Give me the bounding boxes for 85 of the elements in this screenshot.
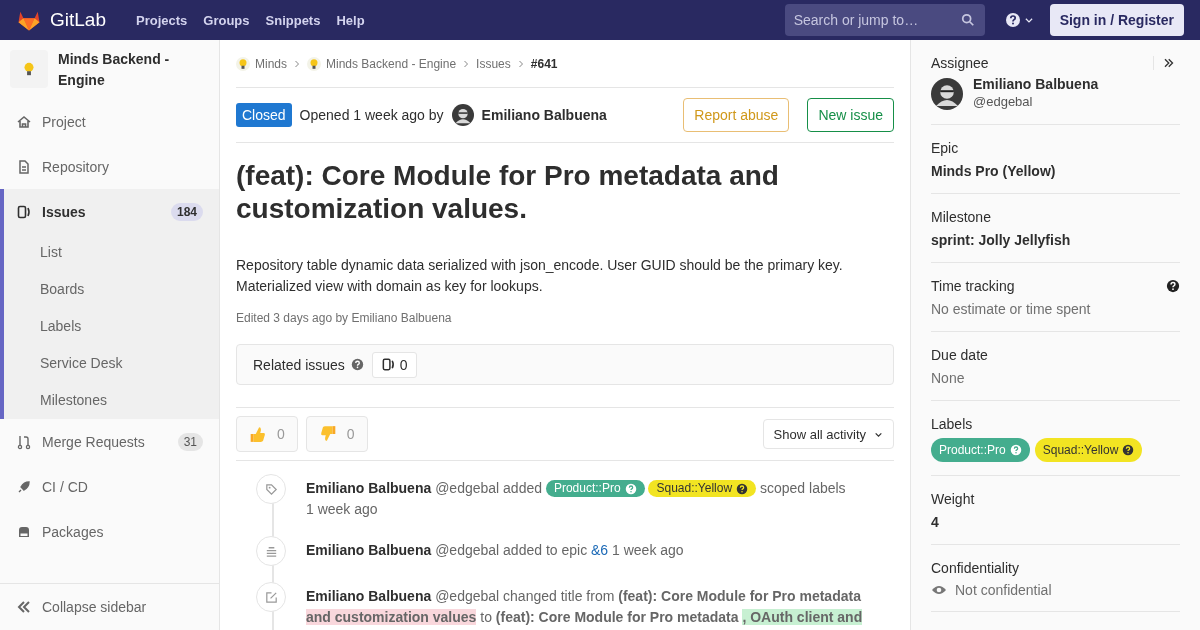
avatar-icon [931, 77, 963, 110]
assignee-handle: @edgebal [973, 93, 1034, 111]
chevron-right-icon [293, 59, 301, 68]
scoped-label[interactable]: Squad::Yellow [648, 480, 757, 497]
pencil-icon [263, 589, 279, 605]
nav-link[interactable]: Help [328, 12, 373, 28]
activity-filter-dropdown[interactable]: Show all activity [762, 419, 894, 449]
logo-text[interactable]: GitLab [50, 9, 106, 31]
nav-link[interactable]: Groups [195, 12, 258, 28]
breadcrumb-link[interactable]: #641 [530, 56, 558, 71]
assignee-name[interactable]: Emiliano Balbuena [973, 76, 1099, 93]
chevron-right-icon [462, 59, 471, 68]
sidebar-subitem[interactable]: List [4, 234, 219, 271]
sidebar-subitem[interactable]: Boards [4, 271, 219, 308]
chevron-right-icon [516, 59, 525, 68]
status-badge: Closed [236, 103, 292, 127]
field-value: Not confidential [955, 582, 1052, 598]
sidebar-subitem[interactable]: Milestones [4, 382, 219, 419]
author-link[interactable]: Emiliano Balbuena [306, 588, 432, 604]
issues-icon [380, 357, 396, 372]
chevron-down-icon [1023, 15, 1034, 25]
project-name[interactable]: Minds Backend - Engine [58, 49, 209, 91]
field-label: Labels [931, 415, 973, 433]
field-label: Time tracking [931, 277, 1015, 295]
search-field[interactable]: Search or jump to… [784, 4, 985, 36]
double-chevron-left-icon [16, 599, 32, 615]
new-issue-button[interactable]: New issue [807, 98, 894, 132]
thumbs-down-icon [318, 425, 337, 443]
sidebar-subitem[interactable]: Service Desk [4, 345, 219, 382]
help-icon [1004, 12, 1021, 28]
edited-note: Edited 3 days ago by Emiliano Balbuena [236, 311, 453, 325]
home-icon [16, 113, 32, 130]
sidebar-item[interactable]: Project [0, 99, 219, 144]
help-icon [350, 358, 364, 371]
author-link[interactable]: Emiliano Balbuena [306, 480, 432, 496]
sidebar-item[interactable]: Repository [0, 144, 219, 189]
count-badge: 184 [170, 202, 203, 221]
sign-in-button[interactable]: Sign in / Register [1049, 4, 1184, 36]
opened-text: Opened 1 week ago by [299, 107, 444, 123]
field-value: Minds Pro (Yellow) [931, 162, 1057, 180]
issue-title: (feat): Core Module for Pro metadata and customization values. [236, 159, 780, 225]
field-label: Assignee [931, 54, 989, 72]
nav-link[interactable]: Snippets [257, 12, 329, 28]
author-link[interactable]: Emiliano Balbuena [306, 542, 432, 558]
activity-note: Emiliano Balbuena @edgebal added Product::Pro Squad::Yellow scoped labels 1 week ago [306, 479, 847, 519]
count-badge: 31 [177, 432, 203, 451]
sidebar-item[interactable]: Merge Requests 31 [0, 419, 219, 464]
epic-link[interactable]: &6 [591, 542, 609, 558]
activity-note: Emiliano Balbuena @edgebal added to epic &6 1 week ago [306, 541, 684, 560]
nav-link[interactable]: Projects [128, 12, 196, 28]
help-icon [624, 482, 637, 495]
related-issues-label: Related issues [253, 356, 345, 373]
sidebar-item[interactable]: Issues 184 [4, 189, 219, 234]
double-chevron-right-icon [1162, 57, 1174, 69]
field-label: Milestone [931, 208, 991, 226]
issue-description: Repository table dynamic data serialized with json_encode. User GUID should be the primary key. Materialized view with domain as key for lookups. [236, 256, 844, 296]
help-icon [1009, 444, 1022, 456]
activity-note: Emiliano Balbuena @edgebal changed title from (feat): Core Module for Pro metadata and customization values to (feat): Core Module for Pro metadata , OAuth client and [306, 587, 864, 627]
related-issues-count[interactable]: 0 [371, 351, 417, 378]
field-label: Confidentiality [931, 559, 1019, 577]
issues-icon [16, 203, 32, 220]
help-icon [1122, 444, 1135, 456]
field-value: None [931, 369, 966, 387]
breadcrumb-link[interactable]: Minds [236, 56, 287, 71]
field-value: 4 [931, 513, 940, 531]
help-icon [736, 482, 749, 495]
search-icon [960, 13, 975, 27]
breadcrumb-link[interactable]: Issues [476, 56, 511, 71]
sidebar-subitem[interactable]: Labels [4, 308, 219, 345]
rocket-icon [16, 478, 32, 495]
breadcrumb-link[interactable]: Minds Backend - Engine [307, 56, 457, 71]
merge-icon [16, 433, 32, 450]
file-icon [16, 158, 32, 175]
author-link[interactable]: Emiliano Balbuena [481, 107, 607, 123]
field-value: sprint: Jolly Jellyfish [931, 231, 1072, 249]
sidebar-item[interactable]: Packages [0, 509, 219, 554]
tag-icon [263, 481, 279, 497]
avatar-icon [451, 104, 474, 126]
thumbs-up-icon [249, 425, 267, 443]
field-label: Epic [931, 139, 959, 157]
field-label: Weight [931, 490, 975, 508]
field-label: Due date [931, 346, 988, 364]
sidebar-item[interactable]: CI / CD [0, 464, 219, 509]
scoped-label[interactable]: Squad::Yellow [1034, 438, 1143, 462]
field-value: No estimate or time spent [931, 300, 1092, 318]
